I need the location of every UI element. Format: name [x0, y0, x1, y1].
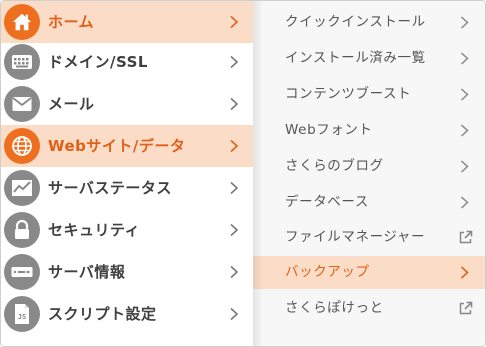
- menu-item-label: サーバステータス: [48, 179, 172, 197]
- chevron-right-icon: [230, 265, 239, 279]
- menu-item-security[interactable]: セキュリティ: [1, 209, 253, 251]
- chevron-right-icon: [230, 181, 239, 195]
- submenu-item-label: さくらのブログ: [285, 158, 384, 174]
- chart-icon: [4, 170, 40, 206]
- submenu-item-label: Webフォント: [285, 122, 373, 138]
- menu-item-label: スクリプト設定: [48, 305, 157, 323]
- chevron-right-icon: [460, 266, 469, 279]
- submenu-item-quick-install[interactable]: クイックインストール: [253, 6, 485, 39]
- menu-item-label: メール: [48, 95, 95, 113]
- main-menu: ホーム ドメイン/SSL メール Webサイト/データ サーバステータス セキュ…: [1, 1, 253, 346]
- menu-item-script-settings[interactable]: JS スクリプト設定: [1, 293, 253, 335]
- chevron-right-icon: [230, 307, 239, 321]
- submenu-item-label: クイックインストール: [285, 14, 426, 30]
- submenu-shadow: [253, 1, 263, 346]
- chevron-right-icon: [230, 97, 239, 111]
- lock-icon: [4, 212, 40, 248]
- server-icon: [4, 254, 40, 290]
- menu-panel: ホーム ドメイン/SSL メール Webサイト/データ サーバステータス セキュ…: [0, 0, 486, 347]
- external-link-icon: [459, 301, 473, 315]
- submenu-item-label: コンテンツブースト: [285, 86, 412, 102]
- menu-item-label: セキュリティ: [48, 221, 141, 239]
- chevron-right-icon: [230, 223, 239, 237]
- submenu-item-installed-list[interactable]: インストール済み一覧: [253, 42, 485, 75]
- chevron-right-icon: [460, 124, 469, 137]
- globe-icon: [4, 128, 40, 164]
- chevron-right-icon: [460, 88, 469, 101]
- chevron-right-icon: [230, 139, 239, 153]
- menu-item-server-status[interactable]: サーバステータス: [1, 167, 253, 209]
- submenu-item-file-manager[interactable]: ファイルマネージャー: [253, 221, 485, 254]
- submenu-item-sakura-pocket[interactable]: さくらぽけっと: [253, 292, 485, 325]
- menu-item-server-info[interactable]: サーバ情報: [1, 251, 253, 293]
- chevron-right-icon: [230, 15, 239, 29]
- keyboard-icon: [4, 44, 40, 80]
- chevron-right-icon: [460, 196, 469, 209]
- envelope-icon: [4, 86, 40, 122]
- menu-item-website-data[interactable]: Webサイト/データ: [1, 125, 253, 167]
- svg-text:JS: JS: [18, 313, 26, 321]
- menu-item-home[interactable]: ホーム: [1, 1, 253, 43]
- menu-item-domain-ssl[interactable]: ドメイン/SSL: [1, 41, 253, 83]
- submenu-item-label: インストール済み一覧: [285, 50, 426, 66]
- chevron-right-icon: [460, 160, 469, 173]
- submenu-item-backup[interactable]: バックアップ: [253, 256, 485, 289]
- submenu-item-database[interactable]: データベース: [253, 186, 485, 219]
- script-file-icon: JS: [4, 296, 40, 332]
- chevron-right-icon: [230, 55, 239, 69]
- submenu: クイックインストール インストール済み一覧 コンテンツブースト Webフォント: [253, 1, 485, 346]
- menu-item-label: サーバ情報: [48, 263, 126, 281]
- menu-item-mail[interactable]: メール: [1, 83, 253, 125]
- menu-item-label: ドメイン/SSL: [48, 53, 148, 71]
- submenu-item-sakura-blog[interactable]: さくらのブログ: [253, 150, 485, 183]
- submenu-item-label: ファイルマネージャー: [285, 229, 426, 245]
- chevron-right-icon: [460, 16, 469, 29]
- submenu-item-content-boost[interactable]: コンテンツブースト: [253, 78, 485, 111]
- submenu-item-label: さくらぽけっと: [285, 300, 384, 316]
- menu-item-label: ホーム: [48, 13, 95, 31]
- home-icon: [4, 4, 40, 40]
- menu-item-label: Webサイト/データ: [48, 137, 186, 155]
- chevron-right-icon: [460, 52, 469, 65]
- submenu-item-label: バックアップ: [285, 264, 370, 280]
- external-link-icon: [459, 230, 473, 244]
- submenu-item-web-font[interactable]: Webフォント: [253, 114, 485, 147]
- submenu-item-label: データベース: [285, 194, 369, 210]
